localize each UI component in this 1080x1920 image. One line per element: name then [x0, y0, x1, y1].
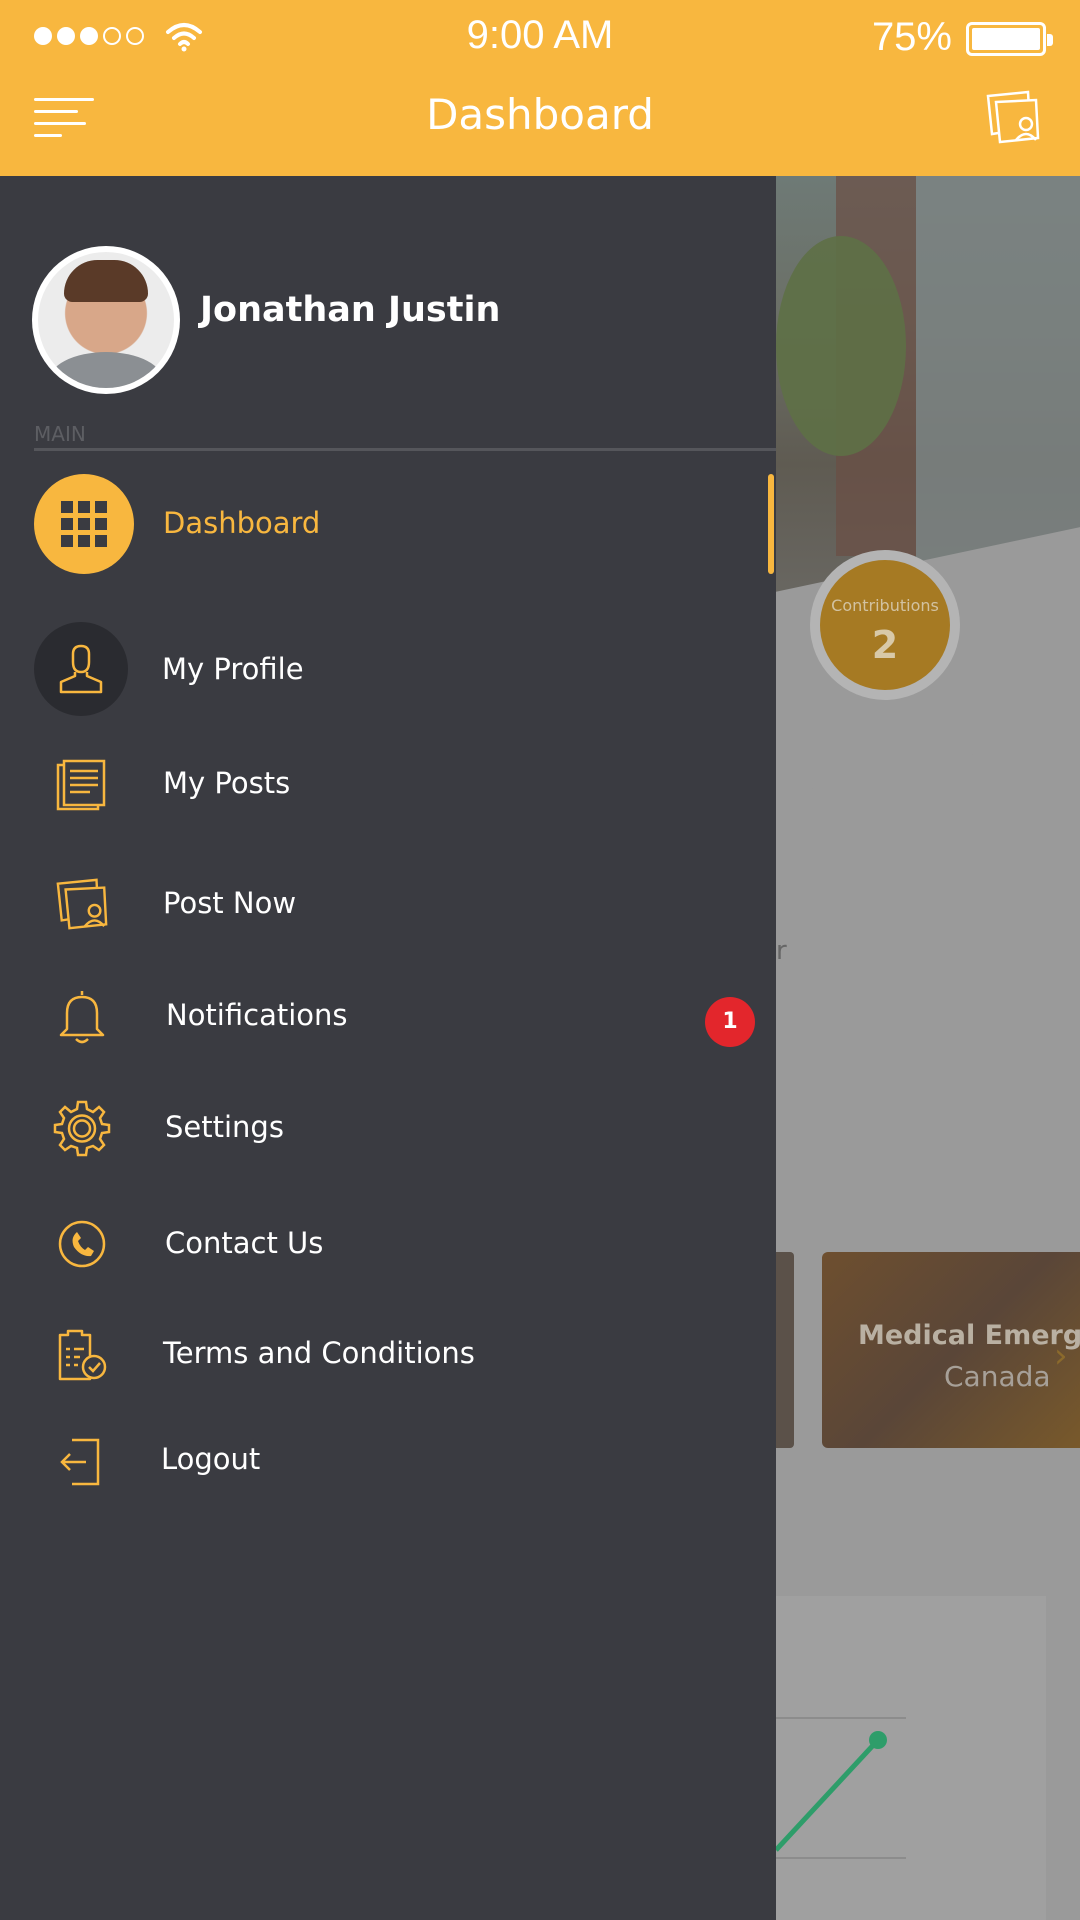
menu-item-post-now[interactable]: Post Now	[0, 856, 776, 956]
post-now-icon	[34, 856, 130, 952]
page-title: Dashboard	[426, 90, 654, 139]
user-name: Jonathan Justin	[200, 290, 501, 330]
battery-percent: 75%	[871, 15, 952, 59]
dashboard-background[interactable]: Contributions 2 r Medical Emerge Canada …	[776, 176, 1080, 1920]
chart-panel	[776, 1596, 1046, 1920]
phone-icon	[34, 1196, 130, 1292]
grid-icon	[34, 474, 134, 574]
category-card[interactable]: Medical Emerge Canada ›	[822, 1252, 1080, 1448]
avatar[interactable]	[32, 246, 180, 394]
contributions-count: 2	[871, 623, 899, 667]
menu-item-label: Contact Us	[165, 1226, 324, 1260]
menu-item-logout[interactable]: Logout	[0, 1414, 776, 1514]
menu-item-terms-and-conditions[interactable]: Terms and Conditions	[0, 1308, 776, 1408]
contributions-label: Contributions	[831, 596, 939, 615]
notification-count-badge: 1	[705, 997, 755, 1047]
menu-item-settings[interactable]: Settings	[0, 1080, 776, 1180]
menu-item-label: My Profile	[162, 652, 304, 686]
logout-icon	[34, 1414, 130, 1510]
menu-item-my-posts[interactable]: My Posts	[0, 738, 776, 838]
partial-text: r	[776, 936, 787, 966]
menu-item-label: My Posts	[163, 766, 291, 800]
contributions-badge: Contributions 2	[810, 550, 960, 700]
card-title: Medical Emerge	[858, 1320, 1080, 1351]
navigation-drawer: Jonathan Justin MAIN Dashboard My Profil…	[0, 176, 776, 1920]
battery-icon	[966, 22, 1053, 56]
menu-item-label: Logout	[161, 1442, 261, 1476]
user-icon	[34, 622, 128, 716]
app-header: 9:00 AM 75% Dashboard	[0, 0, 1080, 176]
document-check-icon	[34, 1308, 130, 1404]
gear-icon	[34, 1080, 130, 1176]
menu-item-label: Dashboard	[163, 506, 321, 540]
menu-item-my-profile[interactable]: My Profile	[0, 622, 776, 722]
bell-icon	[34, 968, 130, 1064]
divider	[34, 448, 776, 451]
menu-item-notifications[interactable]: Notifications 1	[0, 968, 776, 1068]
menu-item-label: Terms and Conditions	[163, 1336, 475, 1370]
menu-item-label: Notifications	[166, 998, 348, 1032]
menu-item-contact-us[interactable]: Contact Us	[0, 1196, 776, 1296]
menu-item-label: Post Now	[163, 886, 297, 920]
section-label-main: MAIN	[34, 422, 86, 446]
chart-plot	[776, 1717, 906, 1859]
post-now-icon[interactable]	[984, 88, 1042, 146]
card-subtitle: Canada	[944, 1360, 1051, 1393]
chart-point	[869, 1731, 887, 1749]
posts-icon	[34, 738, 130, 834]
chevron-right-icon[interactable]: ›	[1054, 1336, 1068, 1376]
status-bar: 9:00 AM 75%	[0, 0, 1080, 80]
menu-item-label: Settings	[165, 1110, 284, 1144]
category-card-partial[interactable]	[776, 1252, 794, 1448]
menu-item-dashboard[interactable]: Dashboard	[0, 474, 776, 574]
chart-series-line	[776, 1738, 880, 1852]
